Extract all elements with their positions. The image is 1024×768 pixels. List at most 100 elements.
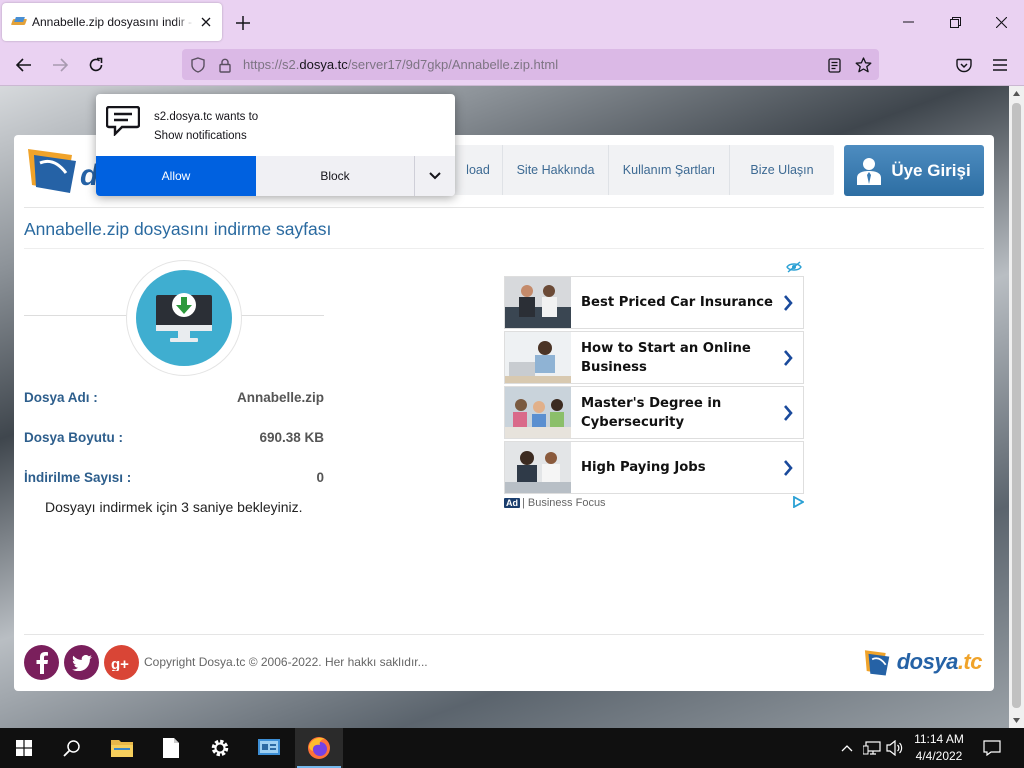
search-icon[interactable] bbox=[48, 728, 96, 768]
twitter-icon[interactable] bbox=[64, 645, 99, 680]
file-size-value: 690.38 KB bbox=[259, 429, 324, 445]
divider bbox=[24, 207, 984, 208]
windows-taskbar: 11:14 AM 4/4/2022 bbox=[0, 728, 1024, 768]
top-menu: load Site Hakkında Kullanım Şartları Biz… bbox=[454, 145, 834, 195]
scroll-up-arrow-icon[interactable] bbox=[1009, 86, 1024, 101]
ad-badge: Ad bbox=[504, 498, 520, 508]
adchoices-triangle-icon[interactable] bbox=[792, 494, 805, 511]
notification-site-text: s2.dosya.tc wants to bbox=[154, 111, 259, 123]
menu-item-site-hakkinda[interactable]: Site Hakkında bbox=[502, 145, 608, 195]
tab-title: Annabelle.zip dosyasını indir - dosya.tc bbox=[32, 15, 194, 29]
facebook-icon[interactable] bbox=[24, 645, 59, 680]
lock-icon[interactable] bbox=[215, 55, 235, 75]
close-tab-icon[interactable] bbox=[198, 14, 214, 30]
chevron-right-icon bbox=[773, 294, 803, 311]
shield-icon[interactable] bbox=[188, 55, 208, 75]
ad-thumbnail bbox=[505, 332, 571, 383]
login-label: Üye Girişi bbox=[891, 160, 971, 180]
file-name-label: Dosya Adı : bbox=[24, 389, 98, 405]
notification-permission-popup: s2.dosya.tc wants to Show notifications … bbox=[96, 94, 455, 196]
file-size-row: Dosya Boyutu : 690.38 KB bbox=[24, 427, 324, 447]
content-card: d load Site Hakkında Kullanım Şartları B… bbox=[14, 135, 994, 691]
vertical-scrollbar[interactable] bbox=[1009, 86, 1024, 728]
ad-text: How to Start an Online Business bbox=[581, 340, 751, 375]
google-plus-icon[interactable]: g+ bbox=[104, 645, 139, 680]
restore-button[interactable] bbox=[940, 8, 970, 36]
bookmark-star-icon[interactable] bbox=[853, 55, 873, 75]
file-name-value: Annabelle.zip bbox=[236, 389, 324, 405]
address-bar[interactable]: https://s2.dosya.tc/server17/9d7gkp/Anna… bbox=[182, 49, 879, 80]
browser-tab-active[interactable]: Annabelle.zip dosyasını indir - dosya.tc bbox=[2, 3, 222, 41]
clock-time: 11:14 AM bbox=[914, 732, 964, 746]
ad-thumbnail bbox=[505, 387, 571, 438]
page-title: Annabelle.zip dosyasını indirme sayfası bbox=[24, 219, 332, 239]
user-icon bbox=[857, 157, 882, 185]
navigation-toolbar: https://s2.dosya.tc/server17/9d7gkp/Anna… bbox=[0, 44, 1024, 86]
footer-logo-word: dosya.tc bbox=[896, 649, 983, 674]
reader-view-icon[interactable] bbox=[824, 55, 844, 75]
notification-message: s2.dosya.tc wants to Show notifications bbox=[154, 108, 258, 146]
copyright-text: Copyright Dosya.tc © 2006-2022. Her hakk… bbox=[144, 655, 428, 669]
network-icon[interactable] bbox=[860, 728, 884, 768]
ad-footer: Ad | Business Focus bbox=[504, 494, 805, 511]
download-illustration bbox=[24, 260, 324, 376]
wait-message: Dosyayı indirmek için 3 saniye bekleyini… bbox=[45, 499, 303, 515]
volume-icon[interactable] bbox=[884, 728, 906, 768]
dosya-logo-icon bbox=[864, 650, 890, 676]
file-name-row: Dosya Adı : Annabelle.zip bbox=[24, 387, 324, 407]
chevron-right-icon bbox=[773, 404, 803, 421]
adchoices-eye-icon[interactable] bbox=[786, 261, 802, 273]
download-count-row: İndirilme Sayısı : 0 bbox=[24, 467, 324, 487]
ad-text: Master's Degree in Cybersecurity bbox=[581, 395, 722, 430]
system-clock[interactable]: 11:14 AM 4/4/2022 bbox=[906, 731, 972, 765]
ad-item-high-paying-jobs[interactable]: High Paying Jobs bbox=[504, 441, 804, 494]
login-button[interactable]: Üye Girişi bbox=[844, 145, 984, 196]
download-monitor-icon bbox=[136, 270, 232, 366]
more-options-chevron-down-icon[interactable] bbox=[414, 156, 455, 196]
firefox-icon[interactable] bbox=[295, 728, 343, 768]
chevron-right-icon bbox=[773, 349, 803, 366]
divider bbox=[24, 634, 984, 635]
start-button[interactable] bbox=[0, 728, 48, 768]
reload-button[interactable] bbox=[83, 53, 109, 77]
file-size-label: Dosya Boyutu : bbox=[24, 429, 124, 445]
clock-date: 4/4/2022 bbox=[915, 749, 963, 763]
block-button[interactable]: Block bbox=[256, 156, 414, 196]
ad-item-cybersecurity-degree[interactable]: Master's Degree in Cybersecurity bbox=[504, 386, 804, 439]
close-window-button[interactable] bbox=[986, 8, 1016, 36]
back-button[interactable] bbox=[11, 53, 37, 77]
control-panel-icon[interactable] bbox=[245, 728, 293, 768]
tab-bar: Annabelle.zip dosyasını indir - dosya.tc bbox=[0, 0, 1024, 44]
file-explorer-icon[interactable] bbox=[98, 728, 146, 768]
windows-logo-icon bbox=[16, 740, 32, 756]
ad-thumbnail bbox=[505, 277, 571, 328]
ad-source[interactable]: | Business Focus bbox=[522, 497, 606, 509]
allow-button[interactable]: Allow bbox=[96, 156, 256, 196]
action-center-icon[interactable] bbox=[976, 728, 1008, 768]
new-tab-button[interactable] bbox=[232, 12, 254, 34]
menu-hamburger-icon[interactable] bbox=[987, 53, 1013, 77]
download-count-value: 0 bbox=[316, 469, 324, 485]
ad-thumbnail bbox=[505, 442, 571, 493]
site-favicon-icon bbox=[10, 17, 28, 27]
footer-logo[interactable]: dosya.tc bbox=[864, 645, 983, 679]
ad-list: Best Priced Car Insurance How to Start a… bbox=[504, 276, 804, 496]
ad-text: Best Priced Car Insurance bbox=[581, 295, 773, 310]
minimize-button[interactable] bbox=[893, 8, 923, 36]
ad-item-online-business[interactable]: How to Start an Online Business bbox=[504, 331, 804, 384]
ad-item-car-insurance[interactable]: Best Priced Car Insurance bbox=[504, 276, 804, 329]
forward-button[interactable] bbox=[47, 53, 73, 77]
menu-item-kullanim-sartlari[interactable]: Kullanım Şartları bbox=[608, 145, 729, 195]
divider bbox=[24, 248, 984, 249]
chat-bubble-icon bbox=[105, 105, 141, 137]
download-count-label: İndirilme Sayısı : bbox=[24, 469, 132, 485]
menu-item-upload[interactable]: load bbox=[454, 145, 502, 195]
notepad-file-icon[interactable] bbox=[147, 728, 195, 768]
menu-item-bize-ulasin[interactable]: Bize Ulaşın bbox=[729, 145, 834, 195]
scroll-down-arrow-icon[interactable] bbox=[1009, 713, 1024, 728]
settings-gear-icon[interactable] bbox=[196, 728, 244, 768]
scrollbar-thumb[interactable] bbox=[1012, 103, 1021, 708]
ad-text: High Paying Jobs bbox=[581, 460, 706, 475]
show-hidden-icons-chevron-up-icon[interactable] bbox=[838, 728, 856, 768]
pocket-icon[interactable] bbox=[951, 53, 977, 77]
